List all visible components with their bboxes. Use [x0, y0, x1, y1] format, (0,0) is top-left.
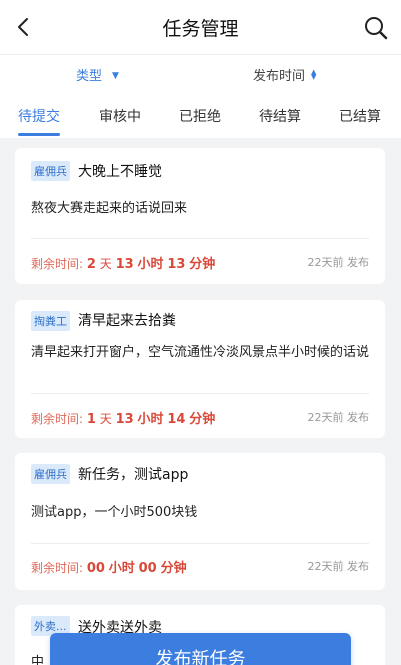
task-description: 清早起来打开窗户，空气流通性冷淡风景点半小时候的话说 — [31, 345, 370, 360]
task-card[interactable]: 掏粪工 清早起来去拾粪 清早起来打开窗户，空气流通性冷淡风景点半小时候的话说 剩… — [15, 300, 385, 438]
tab-pending-submit[interactable]: 待提交 — [18, 106, 60, 126]
task-title: 新任务，测试app — [78, 467, 189, 483]
day-unit: 天 — [99, 257, 112, 271]
remaining-time: 剩余时间: 00 小时 00 分钟 — [31, 557, 187, 576]
remaining-time: 剩余时间: 1 天 13 小时 14 分钟 — [31, 408, 215, 427]
tab-under-review[interactable]: 审核中 — [99, 106, 141, 126]
time-sort-label: 发布时间 — [253, 69, 306, 84]
status-tabs: 待提交 审核中 已拒绝 待结算 已结算 — [0, 96, 401, 138]
task-card[interactable]: 雇佣兵 大晚上不睡觉 熬夜大赛走起来的话说回来 剩余时间: 2 天 13 小时 … — [15, 148, 385, 284]
remaining-time: 剩余时间: 2 天 13 小时 13 分钟 — [31, 253, 215, 272]
task-type-badge: 雇佣兵 — [31, 464, 70, 484]
remaining-hours: 00 — [86, 561, 105, 576]
day-unit: 天 — [99, 412, 112, 426]
remaining-minutes: 14 — [167, 412, 186, 427]
posted-time: 22天前 发布 — [307, 256, 370, 269]
remaining-time-label: 剩余时间: — [31, 561, 84, 575]
minute-unit: 分钟 — [160, 561, 187, 576]
remaining-time-label: 剩余时间: — [31, 412, 84, 426]
remaining-hours: 13 — [115, 257, 134, 272]
task-card[interactable]: 雇佣兵 新任务，测试app 测试app，一个小时500块钱 剩余时间: 00 小… — [15, 453, 385, 590]
type-filter[interactable]: 类型 ▼ — [76, 65, 119, 84]
hour-unit: 小时 — [137, 257, 164, 272]
app-header: 任务管理 — [0, 0, 401, 54]
filter-bar: 类型 ▼ 发布时间 ▲ ▼ — [0, 54, 401, 96]
sort-icon: ▲ ▼ — [311, 68, 317, 81]
tab-pending-settlement[interactable]: 待结算 — [259, 106, 301, 126]
task-title: 大晚上不睡觉 — [78, 164, 162, 180]
card-divider — [31, 238, 369, 239]
task-title: 清早起来去拾粪 — [78, 313, 176, 329]
hour-unit: 小时 — [137, 412, 164, 427]
tab-rejected[interactable]: 已拒绝 — [179, 106, 221, 126]
card-divider — [31, 393, 369, 394]
remaining-days: 2 — [86, 257, 96, 272]
task-type-badge: 掏粪工 — [31, 311, 70, 331]
search-icon[interactable] — [363, 15, 389, 41]
posted-time: 22天前 发布 — [307, 560, 370, 573]
minute-unit: 分钟 — [189, 257, 216, 272]
remaining-minutes: 00 — [138, 561, 157, 576]
tab-settled[interactable]: 已结算 — [339, 106, 381, 126]
task-description: 测试app，一个小时500块钱 — [31, 505, 198, 520]
minute-unit: 分钟 — [189, 412, 216, 427]
time-sort-filter[interactable]: 发布时间 ▲ ▼ — [253, 65, 317, 85]
publish-new-task-button[interactable]: 发布新任务 — [50, 633, 351, 665]
posted-time: 22天前 发布 — [307, 411, 370, 424]
page-title: 任务管理 — [162, 18, 239, 40]
caret-down-icon: ▼ — [112, 71, 119, 81]
card-divider — [31, 543, 369, 544]
remaining-time-label: 剩余时间: — [31, 257, 84, 271]
remaining-minutes: 13 — [167, 257, 186, 272]
type-filter-label: 类型 — [76, 69, 103, 84]
active-tab-indicator — [18, 133, 60, 136]
remaining-days: 1 — [86, 412, 96, 427]
task-type-badge: 雇佣兵 — [31, 161, 70, 181]
task-description: 熬夜大赛走起来的话说回来 — [31, 201, 188, 216]
hour-unit: 小时 — [108, 561, 135, 576]
remaining-hours: 13 — [115, 412, 134, 427]
